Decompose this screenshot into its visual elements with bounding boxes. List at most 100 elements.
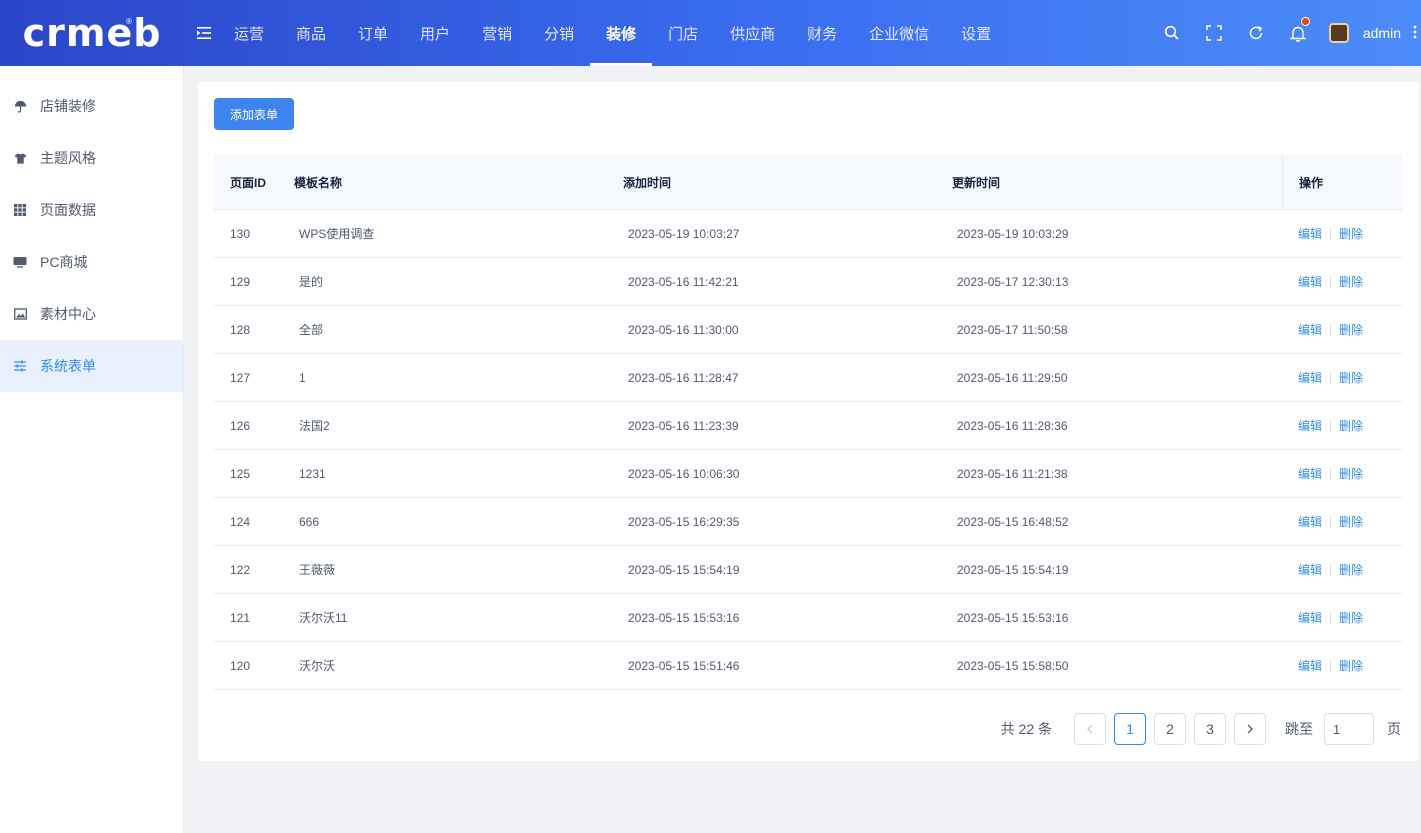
- sidebar-item-label: 页面数据: [40, 202, 96, 218]
- edit-link[interactable]: 编辑: [1298, 369, 1322, 386]
- nav-item-wecom[interactable]: 企业微信: [853, 0, 945, 66]
- page-button-2[interactable]: 2: [1154, 713, 1186, 745]
- header-actions: admin: [1151, 0, 1421, 66]
- delete-link[interactable]: 删除: [1339, 417, 1363, 434]
- cell-added-time: 2023-05-16 10:06:30: [628, 466, 740, 481]
- sidebar-item-theme-style[interactable]: 主题风格: [0, 132, 183, 184]
- next-page-button[interactable]: [1234, 713, 1266, 745]
- edit-link[interactable]: 编辑: [1298, 417, 1322, 434]
- prev-page-button[interactable]: [1074, 713, 1106, 745]
- delete-link[interactable]: 删除: [1339, 369, 1363, 386]
- total-count: 共 22 条: [1000, 721, 1052, 737]
- nav-item-settings[interactable]: 设置: [945, 0, 1007, 66]
- nav-item-orders[interactable]: 订单: [342, 0, 404, 66]
- table-row: 127 1 2023-05-16 11:28:47 2023-05-16 11:29:…: [214, 354, 1402, 402]
- more-icon[interactable]: [1413, 24, 1417, 43]
- notification-badge: [1300, 17, 1310, 26]
- cell-name: 全部: [299, 323, 324, 337]
- logo[interactable]: crmeb ®: [0, 0, 184, 66]
- refresh-icon[interactable]: [1235, 0, 1277, 66]
- action-divider: [1330, 563, 1332, 576]
- action-divider: [1330, 467, 1332, 480]
- sidebar-item-pc-mall[interactable]: PC商城: [0, 236, 183, 288]
- table-row: 129 是的 2023-05-16 11:42:21 2023-05-17 12:30…: [214, 258, 1402, 306]
- sidebar-item-media-center[interactable]: 素材中心: [0, 288, 183, 340]
- cell-added-time: 2023-05-15 16:29:35: [628, 514, 740, 529]
- cell-added-time: 2023-05-16 11:42:21: [628, 274, 739, 289]
- nav-item-suppliers[interactable]: 供应商: [714, 0, 791, 66]
- nav-item-operations[interactable]: 运营: [218, 0, 280, 66]
- sidebar-item-system-forms[interactable]: 系统表单: [0, 340, 183, 392]
- sidebar-item-label: 系统表单: [40, 358, 96, 374]
- avatar: [1328, 23, 1349, 43]
- delete-link[interactable]: 删除: [1339, 513, 1363, 530]
- nav-item-marketing[interactable]: 营销: [466, 0, 528, 66]
- sidebar-item-label: PC商城: [40, 254, 88, 270]
- cell-actions: 编辑 删除: [1282, 642, 1402, 689]
- edit-link[interactable]: 编辑: [1298, 225, 1322, 242]
- edit-link[interactable]: 编辑: [1298, 513, 1322, 530]
- table-row: 125 1231 2023-05-16 10:06:30 2023-05-16 11:…: [214, 450, 1402, 498]
- action-divider: [1330, 515, 1332, 528]
- page-button-3[interactable]: 3: [1194, 713, 1226, 745]
- action-divider: [1330, 419, 1332, 432]
- action-divider: [1330, 611, 1332, 624]
- user-menu[interactable]: admin: [1319, 0, 1421, 66]
- cell-updated-time: 2023-05-17 12:30:13: [957, 274, 1069, 289]
- edit-link[interactable]: 编辑: [1298, 609, 1322, 626]
- edit-link[interactable]: 编辑: [1298, 561, 1322, 578]
- sidebar-item-store-decoration[interactable]: 店铺装修: [0, 80, 183, 132]
- table-row: 122 王薇薇 2023-05-15 15:54:19 2023-05-15 15:5…: [214, 546, 1402, 594]
- sidebar-item-label: 店铺装修: [40, 98, 96, 114]
- delete-link[interactable]: 删除: [1339, 657, 1363, 674]
- delete-link[interactable]: 删除: [1339, 273, 1363, 290]
- nav-item-users[interactable]: 用户: [404, 0, 466, 66]
- cell-id: 127: [230, 370, 251, 385]
- delete-link[interactable]: 删除: [1339, 321, 1363, 338]
- delete-link[interactable]: 删除: [1339, 609, 1363, 626]
- search-icon[interactable]: [1151, 0, 1193, 66]
- edit-link[interactable]: 编辑: [1298, 657, 1322, 674]
- bell-icon[interactable]: [1277, 0, 1319, 66]
- nav-item-distribution[interactable]: 分销: [528, 0, 590, 66]
- logo-text: crmeb: [22, 11, 162, 55]
- nav-item-stores[interactable]: 门店: [652, 0, 714, 66]
- cell-actions: 编辑 删除: [1282, 546, 1402, 593]
- nav-item-products[interactable]: 商品: [280, 0, 342, 66]
- delete-link[interactable]: 删除: [1339, 561, 1363, 578]
- cell-updated-time: 2023-05-15 16:48:52: [957, 514, 1069, 529]
- cell-actions: 编辑 删除: [1282, 450, 1402, 497]
- cell-name: 法国2: [299, 419, 330, 433]
- sidebar-item-page-data[interactable]: 页面数据: [0, 184, 183, 236]
- nav-item-decoration[interactable]: 装修: [590, 0, 653, 66]
- top-header: crmeb ® 运营 商品 订单 用户 营销 分销 装修 门店 供应商 财务 企…: [0, 0, 1421, 66]
- username: admin: [1362, 25, 1401, 41]
- action-divider: [1330, 275, 1332, 288]
- page-button-1[interactable]: 1: [1114, 713, 1146, 745]
- cell-updated-time: 2023-05-17 11:50:58: [957, 322, 1068, 337]
- delete-link[interactable]: 删除: [1339, 225, 1363, 242]
- monitor-icon: [13, 255, 27, 269]
- action-divider: [1330, 323, 1332, 336]
- jump-page-input[interactable]: [1324, 713, 1374, 745]
- cell-id: 124: [230, 514, 251, 529]
- menu-fold-icon[interactable]: [196, 25, 212, 41]
- cell-actions: 编辑 删除: [1282, 594, 1402, 641]
- fullscreen-icon[interactable]: [1193, 0, 1235, 66]
- edit-link[interactable]: 编辑: [1298, 273, 1322, 290]
- edit-link[interactable]: 编辑: [1298, 321, 1322, 338]
- table-row: 130 WPS使用调查 2023-05-19 10:03:27 2023-05-19 …: [214, 210, 1402, 258]
- cell-name: 1231: [299, 466, 326, 481]
- edit-link[interactable]: 编辑: [1298, 465, 1322, 482]
- cell-id: 125: [230, 466, 251, 481]
- cell-actions: 编辑 删除: [1282, 354, 1402, 401]
- add-form-button[interactable]: 添加表单: [214, 98, 294, 130]
- delete-link[interactable]: 删除: [1339, 465, 1363, 482]
- cell-id: 120: [230, 658, 251, 673]
- pagination: 共 22 条 1 2 3 跳至 页: [1001, 713, 1401, 745]
- nav-item-finance[interactable]: 财务: [791, 0, 853, 66]
- cell-name: 666: [299, 514, 320, 529]
- table-body: 130 WPS使用调查 2023-05-19 10:03:27 2023-05-19 …: [214, 210, 1402, 690]
- cell-id: 121: [230, 610, 251, 625]
- cell-updated-time: 2023-05-15 15:54:19: [957, 562, 1069, 577]
